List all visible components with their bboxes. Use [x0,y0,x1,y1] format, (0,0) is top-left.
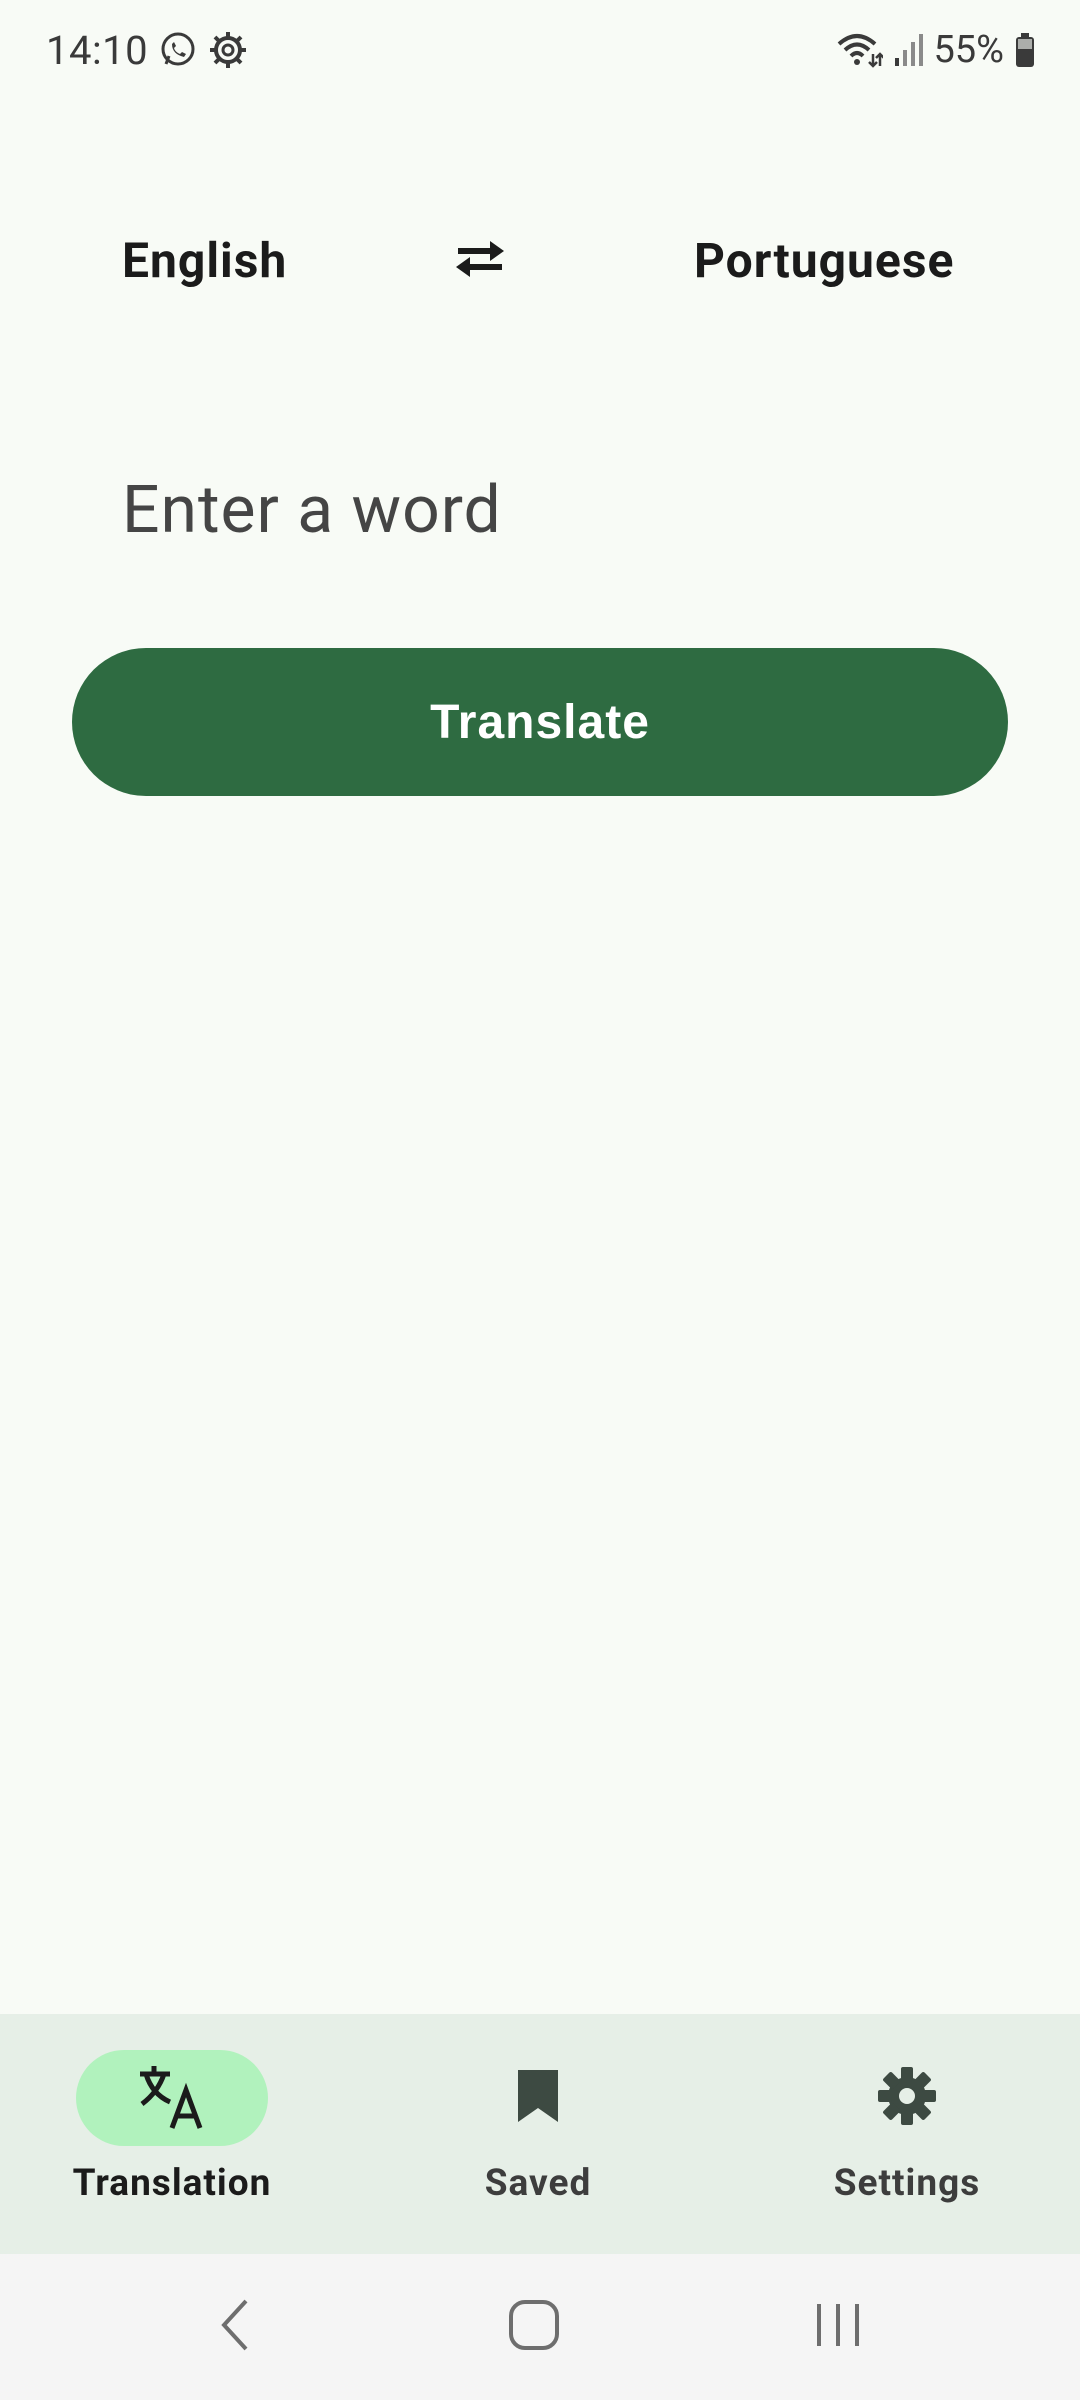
active-indicator [76,2050,268,2146]
nav-label-saved: Saved [484,2162,592,2205]
swap-languages-button[interactable] [440,226,520,296]
nav-label-translation: Translation [72,2162,272,2205]
word-input[interactable] [122,460,962,560]
target-language-button[interactable]: Portuguese [694,220,954,300]
translator-screen: 14:10 55% English Portuguese Enter a wor… [0,0,1080,2400]
home-button[interactable] [484,2282,584,2372]
status-bar: 14:10 55% [0,0,1080,100]
wifi-icon [835,30,884,70]
status-left: 14:10 [46,27,248,74]
language-selector: English Portuguese [0,220,1080,300]
settings-gear-icon [208,30,248,70]
recents-icon [813,2300,863,2354]
nav-item-saved[interactable]: Saved [388,2050,688,2230]
battery-icon [1014,32,1036,68]
nav-icon-container [442,2050,634,2146]
back-icon [214,2295,254,2359]
battery-percent: 55% [933,28,1004,72]
gear-icon [876,2065,938,2131]
bottom-navigation: Translation Saved Settings [0,2014,1080,2254]
bookmark-icon [514,2066,562,2130]
source-language-button[interactable]: English [122,220,287,300]
system-navigation-bar [0,2254,1080,2400]
translate-button[interactable]: Translate [72,648,1008,796]
signal-icon [893,32,924,68]
swap-arrows-icon [450,237,510,285]
nav-label-settings: Settings [833,2162,981,2205]
back-button[interactable] [184,2282,284,2372]
recents-button[interactable] [788,2282,888,2372]
nav-item-settings[interactable]: Settings [757,2050,1057,2230]
status-time: 14:10 [46,26,149,74]
nav-item-translation[interactable]: Translation [22,2050,322,2230]
status-right: 55% [835,28,1036,72]
translate-icon [136,2060,208,2136]
home-icon [507,2298,561,2356]
nav-icon-container [811,2050,1003,2146]
whatsapp-icon [158,30,198,70]
